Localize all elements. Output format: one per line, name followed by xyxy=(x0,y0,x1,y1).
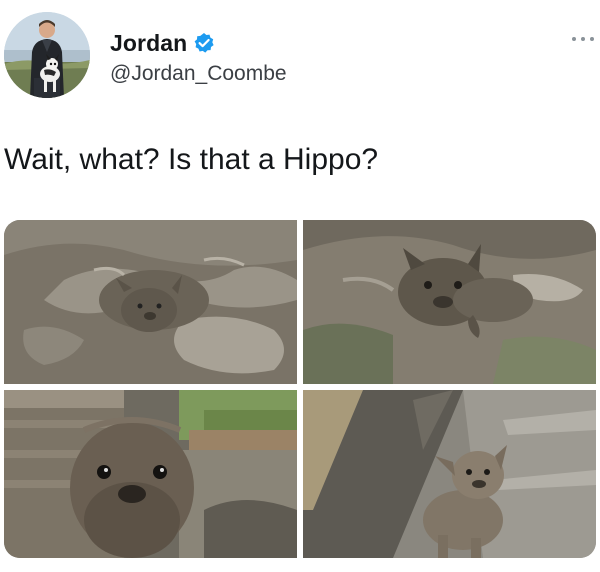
tweet-text: Wait, what? Is that a Hippo? xyxy=(4,143,379,176)
tweet-card: Jordan @Jordan_Coombe Wait, what? Is tha… xyxy=(0,0,600,572)
more-dot xyxy=(590,37,594,41)
tweet-photo-3[interactable] xyxy=(4,390,297,558)
tweet-photo-4[interactable] xyxy=(303,390,596,558)
tweet-photo-2[interactable] xyxy=(303,220,596,384)
more-dot xyxy=(572,37,576,41)
display-name-row: Jordan xyxy=(110,28,215,58)
verified-badge-icon xyxy=(193,32,215,54)
tweet-photo-1[interactable] xyxy=(4,220,297,384)
user-handle[interactable]: @Jordan_Coombe xyxy=(110,62,287,86)
more-options-icon[interactable] xyxy=(572,34,594,44)
tweet-header: Jordan @Jordan_Coombe xyxy=(0,0,600,110)
photo-grid xyxy=(4,220,596,558)
display-name[interactable]: Jordan xyxy=(110,30,187,57)
more-dot xyxy=(581,37,585,41)
avatar[interactable] xyxy=(4,12,90,98)
